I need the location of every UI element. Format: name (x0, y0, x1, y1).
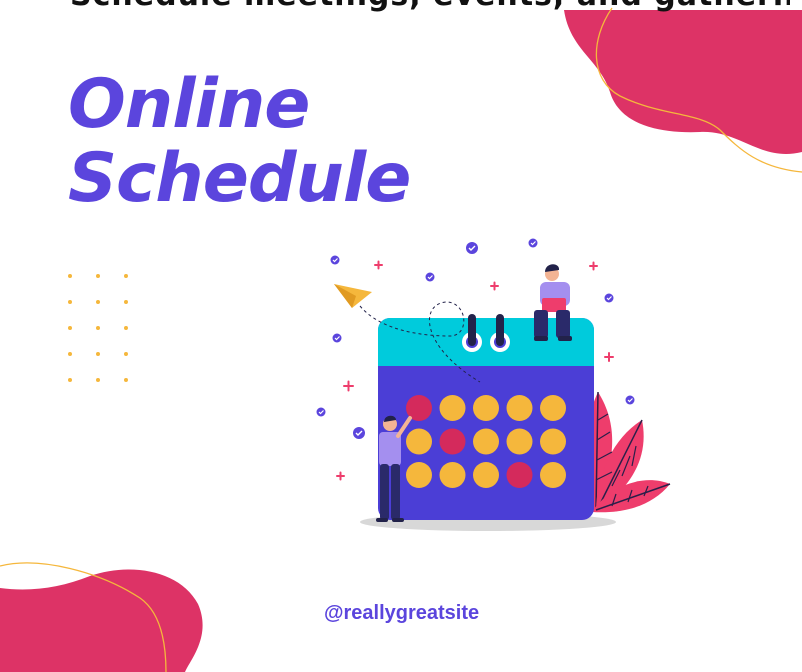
plus-icon (343, 380, 354, 392)
leaf-icon (585, 391, 671, 513)
check-circle-icon (353, 427, 365, 439)
calendar-day-dot (473, 395, 499, 421)
calendar-day-dot (540, 462, 566, 488)
calendar-day-grid (406, 395, 566, 488)
paper-plane-icon (334, 284, 372, 308)
calendar-day-dot (506, 395, 533, 421)
calendar-day-dot (506, 462, 533, 488)
check-circle-icon (425, 272, 435, 282)
calendar-day-dot (406, 462, 432, 488)
plus-icon (604, 352, 614, 362)
calendar-day-dot (439, 462, 466, 488)
plus-icon (490, 281, 499, 291)
check-circle-icon (604, 293, 614, 303)
calendar-illustration (316, 238, 671, 531)
check-circle-icon (466, 242, 478, 254)
calendar-day-dot (473, 428, 499, 455)
calendar-day-dot (540, 395, 566, 421)
plus-icon (589, 261, 598, 271)
calendar-day-dot (439, 428, 466, 455)
check-circle-icon (625, 395, 635, 405)
check-circle-icon (332, 333, 342, 343)
plus-icon (336, 471, 345, 481)
calendar-day-dot (473, 462, 499, 488)
calendar-day-dot (506, 428, 533, 455)
calendar-day-dot (439, 395, 466, 421)
calendar-day-dot (406, 428, 432, 455)
check-circle-icon (528, 238, 538, 248)
check-circle-icon (316, 407, 326, 417)
social-handle: @reallygreatsite (324, 602, 480, 624)
plus-icon (374, 260, 383, 270)
calendar-day-dot (540, 428, 566, 455)
check-circle-icon (330, 255, 340, 265)
